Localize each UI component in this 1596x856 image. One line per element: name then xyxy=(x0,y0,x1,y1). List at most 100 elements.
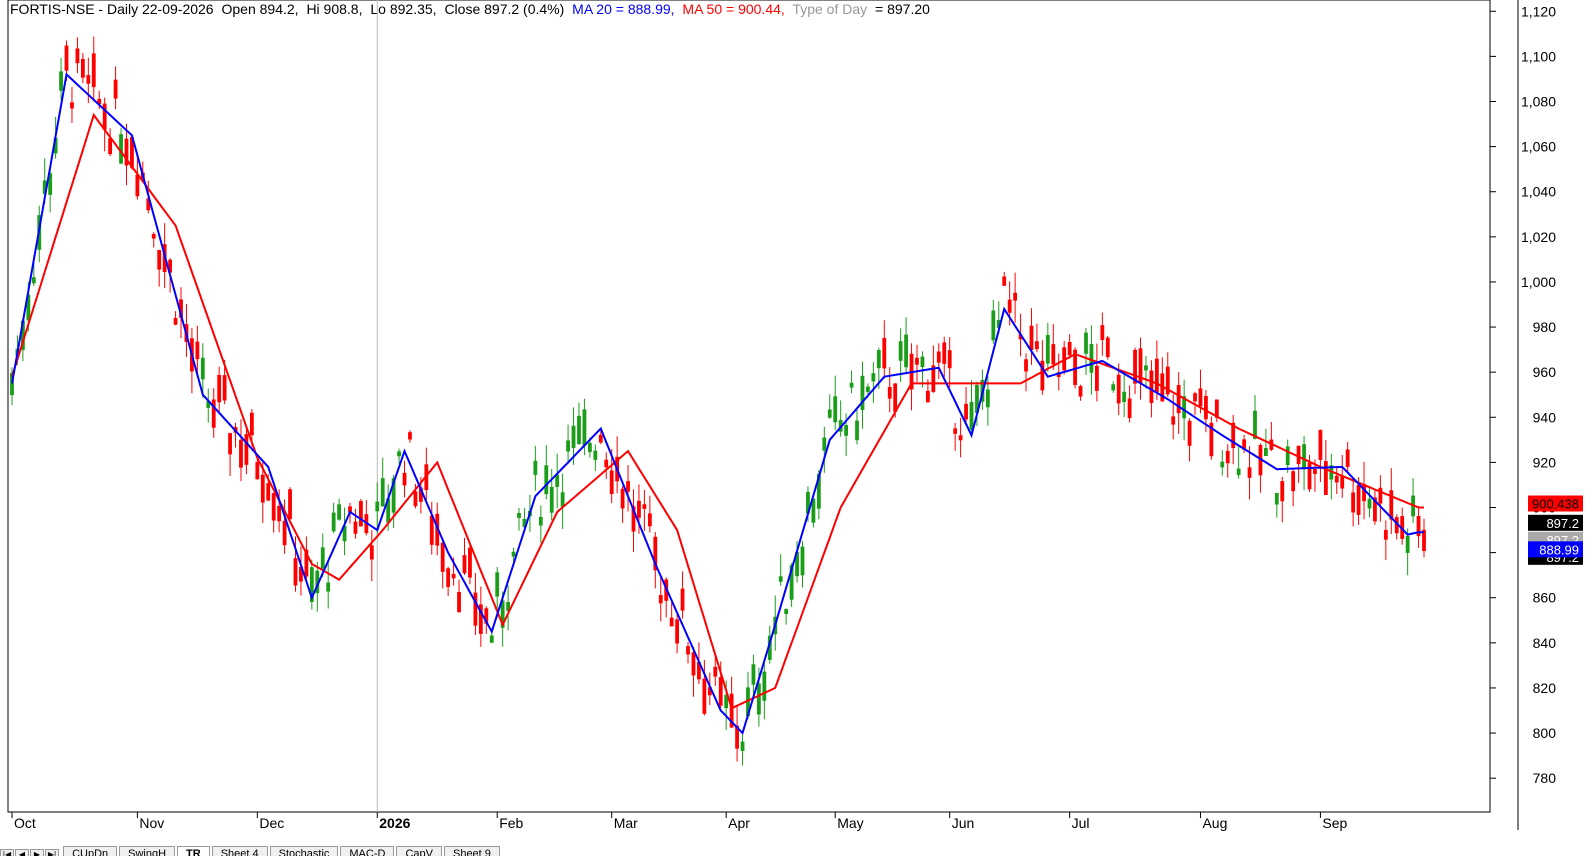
candle-body xyxy=(1318,429,1323,460)
candle-body xyxy=(626,481,630,492)
x-tick-label: Aug xyxy=(1202,815,1227,831)
candle-body xyxy=(669,617,674,627)
candle-body xyxy=(1296,445,1301,465)
candle-body xyxy=(642,504,647,509)
candle-body xyxy=(1236,468,1241,475)
candle-body xyxy=(1067,341,1072,356)
candle-body xyxy=(1084,332,1088,354)
candle-body xyxy=(135,174,140,197)
nav-first-icon[interactable]: |◀ xyxy=(0,849,14,856)
candle-body xyxy=(413,491,418,507)
candle-body xyxy=(1367,498,1372,509)
candle-body xyxy=(151,234,156,239)
candle-body xyxy=(1313,469,1317,474)
chart-canvas[interactable]: 7808008208408608809009209409609801,0001,… xyxy=(0,0,1596,856)
x-tick-label: Dec xyxy=(259,815,284,831)
y-tick-label: 780 xyxy=(1533,770,1557,786)
candle-body xyxy=(249,412,254,436)
tab-cupdn[interactable]: CUpDn xyxy=(63,846,118,856)
y-tick-label: 960 xyxy=(1533,364,1557,380)
nav-last-icon[interactable]: ▶| xyxy=(45,849,59,856)
x-tick-label: Mar xyxy=(614,815,638,831)
candle-body xyxy=(200,357,205,380)
candle-body xyxy=(1078,386,1083,397)
y-tick-label: 1,120 xyxy=(1521,3,1556,19)
candle-body xyxy=(1024,359,1028,372)
candle-body xyxy=(1193,393,1197,402)
candle-body xyxy=(549,486,554,513)
price-label: 897.2 xyxy=(1546,516,1579,531)
candle-body xyxy=(495,572,500,597)
candle-body xyxy=(91,53,96,88)
candle-body xyxy=(577,415,581,444)
candle-body xyxy=(702,678,707,714)
candle-body xyxy=(70,102,74,109)
candle-body xyxy=(1116,374,1121,404)
tab-mac-d[interactable]: MAC-D xyxy=(340,846,395,856)
candle-body xyxy=(533,460,538,475)
candle-body xyxy=(958,435,963,441)
candle-body xyxy=(64,45,69,71)
candle-body xyxy=(244,434,249,465)
candle-body xyxy=(1323,461,1328,495)
tab-tr[interactable]: TR xyxy=(177,846,210,856)
nav-prev-icon[interactable]: ◀ xyxy=(15,849,29,856)
candle-body xyxy=(288,489,292,520)
candle-body xyxy=(157,249,162,270)
candle-body xyxy=(1154,358,1159,393)
candle-body xyxy=(1405,535,1410,553)
candle-body xyxy=(1274,492,1279,505)
candle-body xyxy=(113,79,118,99)
x-tick-label: Oct xyxy=(14,815,36,831)
candle-body xyxy=(925,390,930,403)
ma-layer xyxy=(11,72,1424,736)
candle-body xyxy=(271,493,276,521)
x-tick-label: Feb xyxy=(499,815,523,831)
candle-body xyxy=(1220,461,1225,468)
candle-body xyxy=(326,582,331,592)
candle-body xyxy=(680,588,685,611)
candle-body xyxy=(686,646,690,655)
candle-body xyxy=(1007,299,1012,313)
axes-layer: 7808008208408608809009209409609801,0001,… xyxy=(7,0,1557,831)
candle-body xyxy=(762,671,767,701)
price-label: 900.438 xyxy=(1532,497,1579,512)
tab-capv[interactable]: CapV xyxy=(396,846,442,856)
candle-body xyxy=(462,555,467,574)
candle-body xyxy=(969,401,974,430)
candle-body xyxy=(887,387,892,399)
candle-body xyxy=(871,373,876,382)
y-tick-label: 860 xyxy=(1533,590,1557,606)
candle-body xyxy=(1345,449,1350,467)
candle-body xyxy=(571,425,576,448)
candle-body xyxy=(637,500,641,518)
candle-body xyxy=(1351,492,1356,513)
candle-body xyxy=(718,677,723,706)
candle-body xyxy=(239,439,243,468)
tab-sheet-4[interactable]: Sheet 4 xyxy=(211,846,268,856)
tab-stochastic[interactable]: Stochastic xyxy=(269,846,339,856)
candle-body xyxy=(560,492,565,507)
y-tick-label: 980 xyxy=(1533,319,1557,335)
candle-body xyxy=(468,547,472,578)
tab-swingh[interactable]: SwingH xyxy=(119,846,176,856)
candle-body xyxy=(609,470,614,495)
tab-sheet-9[interactable]: Sheet 9 xyxy=(443,846,500,856)
candle-body xyxy=(691,652,696,676)
candle-body xyxy=(195,341,200,360)
candle-body xyxy=(1149,370,1154,404)
candle-body xyxy=(59,71,63,91)
nav-next-icon[interactable]: ▶ xyxy=(30,849,44,856)
y-tick-label: 940 xyxy=(1533,409,1557,425)
candle-body xyxy=(375,501,380,512)
candle-body xyxy=(587,442,592,453)
sheet-tabs: |◀ ◀ ▶ ▶| CUpDn SwingH TR Sheet 4 Stochastic MAC… xyxy=(0,846,700,856)
candle-body xyxy=(1122,391,1127,403)
candle-body xyxy=(331,512,336,532)
candle-body xyxy=(1002,276,1007,286)
candle-body xyxy=(266,483,271,501)
candle-body xyxy=(1187,420,1192,446)
candle-body xyxy=(1029,325,1034,351)
candle-body xyxy=(827,409,832,418)
candle-body xyxy=(866,386,870,392)
